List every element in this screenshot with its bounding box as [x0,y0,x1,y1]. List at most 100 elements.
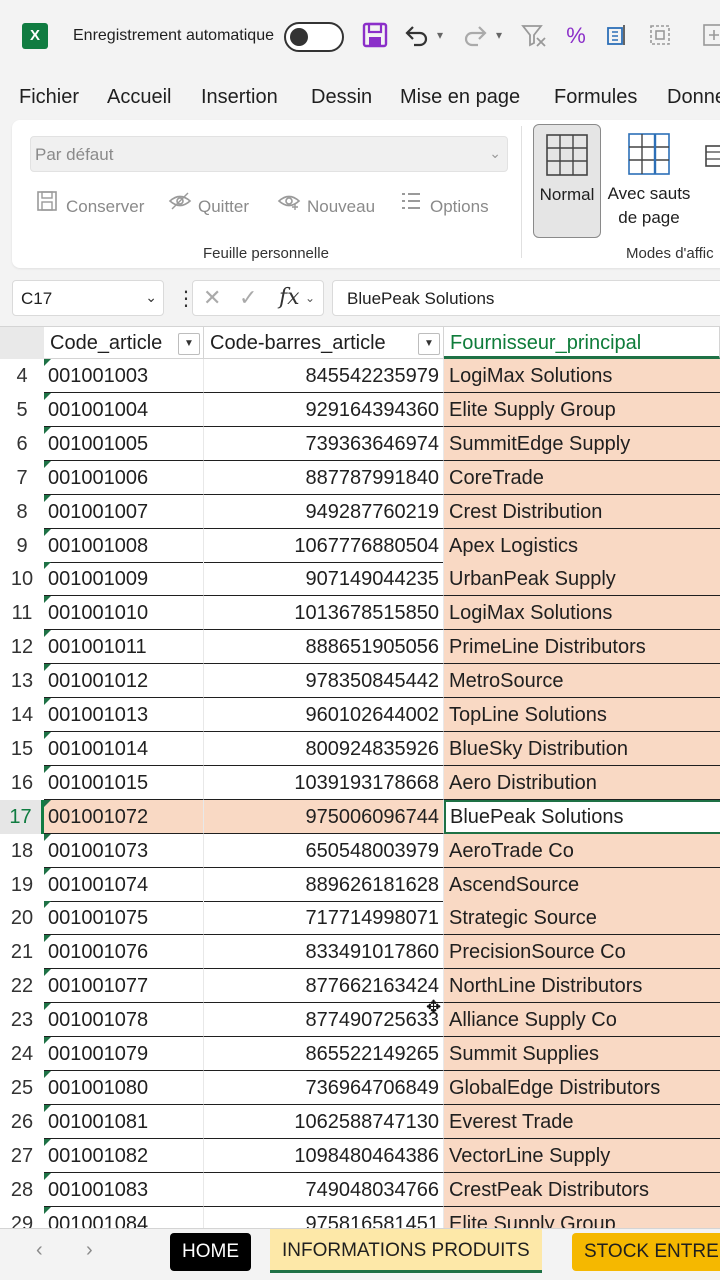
table-row[interactable]: 15 001001014 800924835926 BlueSky Distribut… [0,731,720,766]
row-number[interactable]: 18 [0,833,44,868]
table-row[interactable]: 29 001001084 975816581451 Elite Supply Grou… [0,1206,720,1228]
table-row[interactable]: 7 001001006 887787991840 CoreTrade [0,460,720,495]
cell-code-article[interactable]: 001001004 [44,392,204,427]
row-number[interactable]: 11 [0,596,44,631]
spreadsheet-grid[interactable]: Code_article ▼ Code-barres_article ▼ Fou… [0,326,720,1228]
cell-code-barres[interactable]: 1039193178668 [204,765,444,800]
table-row[interactable]: 8 001001007 949287760219 Crest Distribution [0,494,720,529]
cell-code-barres[interactable]: 800924835926 [204,731,444,766]
table-row[interactable]: 17 001001072 975006096744 BluePeak Solution… [0,799,720,834]
row-number[interactable]: 22 [0,969,44,1004]
cell-code-barres[interactable]: 650548003979 [204,833,444,868]
row-number[interactable]: 7 [0,460,44,495]
cell-code-barres[interactable]: 833491017860 [204,935,444,970]
cell-fournisseur[interactable]: GlobalEdge Distributors [444,1070,720,1105]
filter-dropdown-icon[interactable]: ▼ [418,333,440,355]
redo-dropdown-icon[interactable]: ▾ [496,28,502,42]
table-row[interactable]: 9 001001008 1067776880504 Apex Logistics [0,528,720,563]
cell-code-article[interactable]: 001001084 [44,1206,204,1228]
menu-accueil[interactable]: Accueil [107,86,171,109]
cell-code-article[interactable]: 001001010 [44,596,204,631]
table-row[interactable]: 10 001001009 907149044235 UrbanPeak Supply [0,562,720,597]
tab-home[interactable]: HOME [170,1233,251,1271]
cell-fournisseur[interactable]: Alliance Supply Co [444,1003,720,1038]
chevron-right-icon[interactable]: › [86,1239,93,1262]
table-row[interactable]: 4 001001003 845542235979 LogiMax Solutions [0,359,720,393]
table-row[interactable]: 20 001001075 717714998071 Strategic Source [0,901,720,936]
row-number[interactable]: 6 [0,426,44,461]
cell-code-barres[interactable]: 1062588747130 [204,1104,444,1139]
select-all-corner[interactable] [0,327,44,359]
normal-view-button[interactable]: Normal [533,124,601,238]
table-row[interactable]: 21 001001076 833491017860 PrecisionSource C… [0,935,720,970]
cell-fournisseur[interactable]: Aero Distribution [444,765,720,800]
row-number[interactable]: 26 [0,1104,44,1139]
cell-code-article[interactable]: 001001015 [44,765,204,800]
chevron-down-icon[interactable]: ⌄ [305,291,315,305]
cell-fournisseur[interactable]: Crest Distribution [444,494,720,529]
table-row[interactable]: 27 001001082 1098480464386 VectorLine Suppl… [0,1138,720,1173]
table-row[interactable]: 16 001001015 1039193178668 Aero Distributio… [0,765,720,800]
cell-code-article[interactable]: 001001076 [44,935,204,970]
percent-format-icon[interactable]: % [562,22,590,50]
table-row[interactable]: 28 001001083 749048034766 CrestPeak Distrib… [0,1172,720,1207]
cell-code-article[interactable]: 001001006 [44,460,204,495]
save-icon[interactable] [360,22,390,50]
options-button[interactable]: Options [400,190,489,216]
menu-dessin[interactable]: Dessin [311,86,372,109]
cell-code-article[interactable]: 001001075 [44,901,204,936]
cell-code-barres[interactable]: 877662163424 [204,969,444,1004]
row-number[interactable]: 13 [0,664,44,699]
table-row[interactable]: 22 001001077 877662163424 NorthLine Distrib… [0,969,720,1004]
row-number[interactable]: 15 [0,731,44,766]
cell-code-article[interactable]: 001001077 [44,969,204,1004]
cell-fournisseur[interactable]: CoreTrade [444,460,720,495]
cell-fournisseur[interactable]: Everest Trade [444,1104,720,1139]
cell-code-barres[interactable]: 877490725633 [204,1003,444,1038]
cell-fournisseur[interactable]: AscendSource [444,867,720,902]
cell-fournisseur[interactable]: PrimeLine Distributors [444,630,720,665]
cell-fournisseur[interactable]: Apex Logistics [444,528,720,563]
table-row[interactable]: 12 001001011 888651905056 PrimeLine Distrib… [0,630,720,665]
cell-fournisseur[interactable]: VectorLine Supply [444,1138,720,1173]
cell-code-barres[interactable]: 1098480464386 [204,1138,444,1173]
row-number[interactable]: 23 [0,1003,44,1038]
row-number[interactable]: 25 [0,1070,44,1105]
cell-code-article[interactable]: 001001078 [44,1003,204,1038]
sheet-view-select[interactable]: Par défaut ⌄ [30,136,508,172]
cell-code-barres[interactable]: 865522149265 [204,1037,444,1071]
cell-fournisseur[interactable]: Elite Supply Group [444,392,720,427]
menu-donnees[interactable]: Donne [667,86,720,109]
cell-code-barres[interactable]: 978350845442 [204,664,444,699]
cell-code-article[interactable]: 001001014 [44,731,204,766]
row-number[interactable]: 4 [0,359,44,393]
cell-code-article[interactable]: 001001082 [44,1138,204,1173]
autosave-toggle[interactable] [284,22,344,52]
table-row[interactable]: 5 001001004 929164394360 Elite Supply Group [0,392,720,427]
table-row[interactable]: 14 001001013 960102644002 TopLine Solutions [0,698,720,732]
row-number[interactable]: 9 [0,528,44,563]
cell-fournisseur[interactable]: Strategic Source [444,901,720,936]
table-row[interactable]: 24 001001079 865522149265 Summit Supplies [0,1037,720,1071]
cell-code-barres[interactable]: 845542235979 [204,359,444,393]
page-break-view-button[interactable]: Avec sauts de page [606,124,692,238]
name-box[interactable]: C17 ⌄ [12,280,164,316]
filter-dropdown-icon[interactable]: ▼ [178,333,200,355]
cell-code-barres[interactable]: 736964706849 [204,1070,444,1105]
cell-code-article[interactable]: 001001081 [44,1104,204,1139]
cell-code-barres[interactable]: 975816581451 [204,1206,444,1228]
cell-fournisseur[interactable]: Elite Supply Group [444,1206,720,1228]
cancel-icon[interactable]: ✕ [203,285,221,311]
select-area-icon[interactable] [646,22,674,50]
cell-code-barres[interactable]: 1067776880504 [204,528,444,563]
cell-code-barres[interactable]: 1013678515850 [204,596,444,631]
row-number[interactable]: 28 [0,1172,44,1207]
chevron-left-icon[interactable]: ‹ [36,1239,43,1262]
cell-fournisseur[interactable]: TopLine Solutions [444,698,720,732]
insert-function-icon[interactable]: fx [279,285,300,310]
cell-fournisseur[interactable]: LogiMax Solutions [444,359,720,393]
row-number[interactable]: 20 [0,901,44,936]
header-fournisseur[interactable]: Fournisseur_principal [444,327,720,359]
cell-fournisseur[interactable]: BluePeak Solutions [444,799,720,834]
table-row[interactable]: 11 001001010 1013678515850 LogiMax Solution… [0,596,720,631]
